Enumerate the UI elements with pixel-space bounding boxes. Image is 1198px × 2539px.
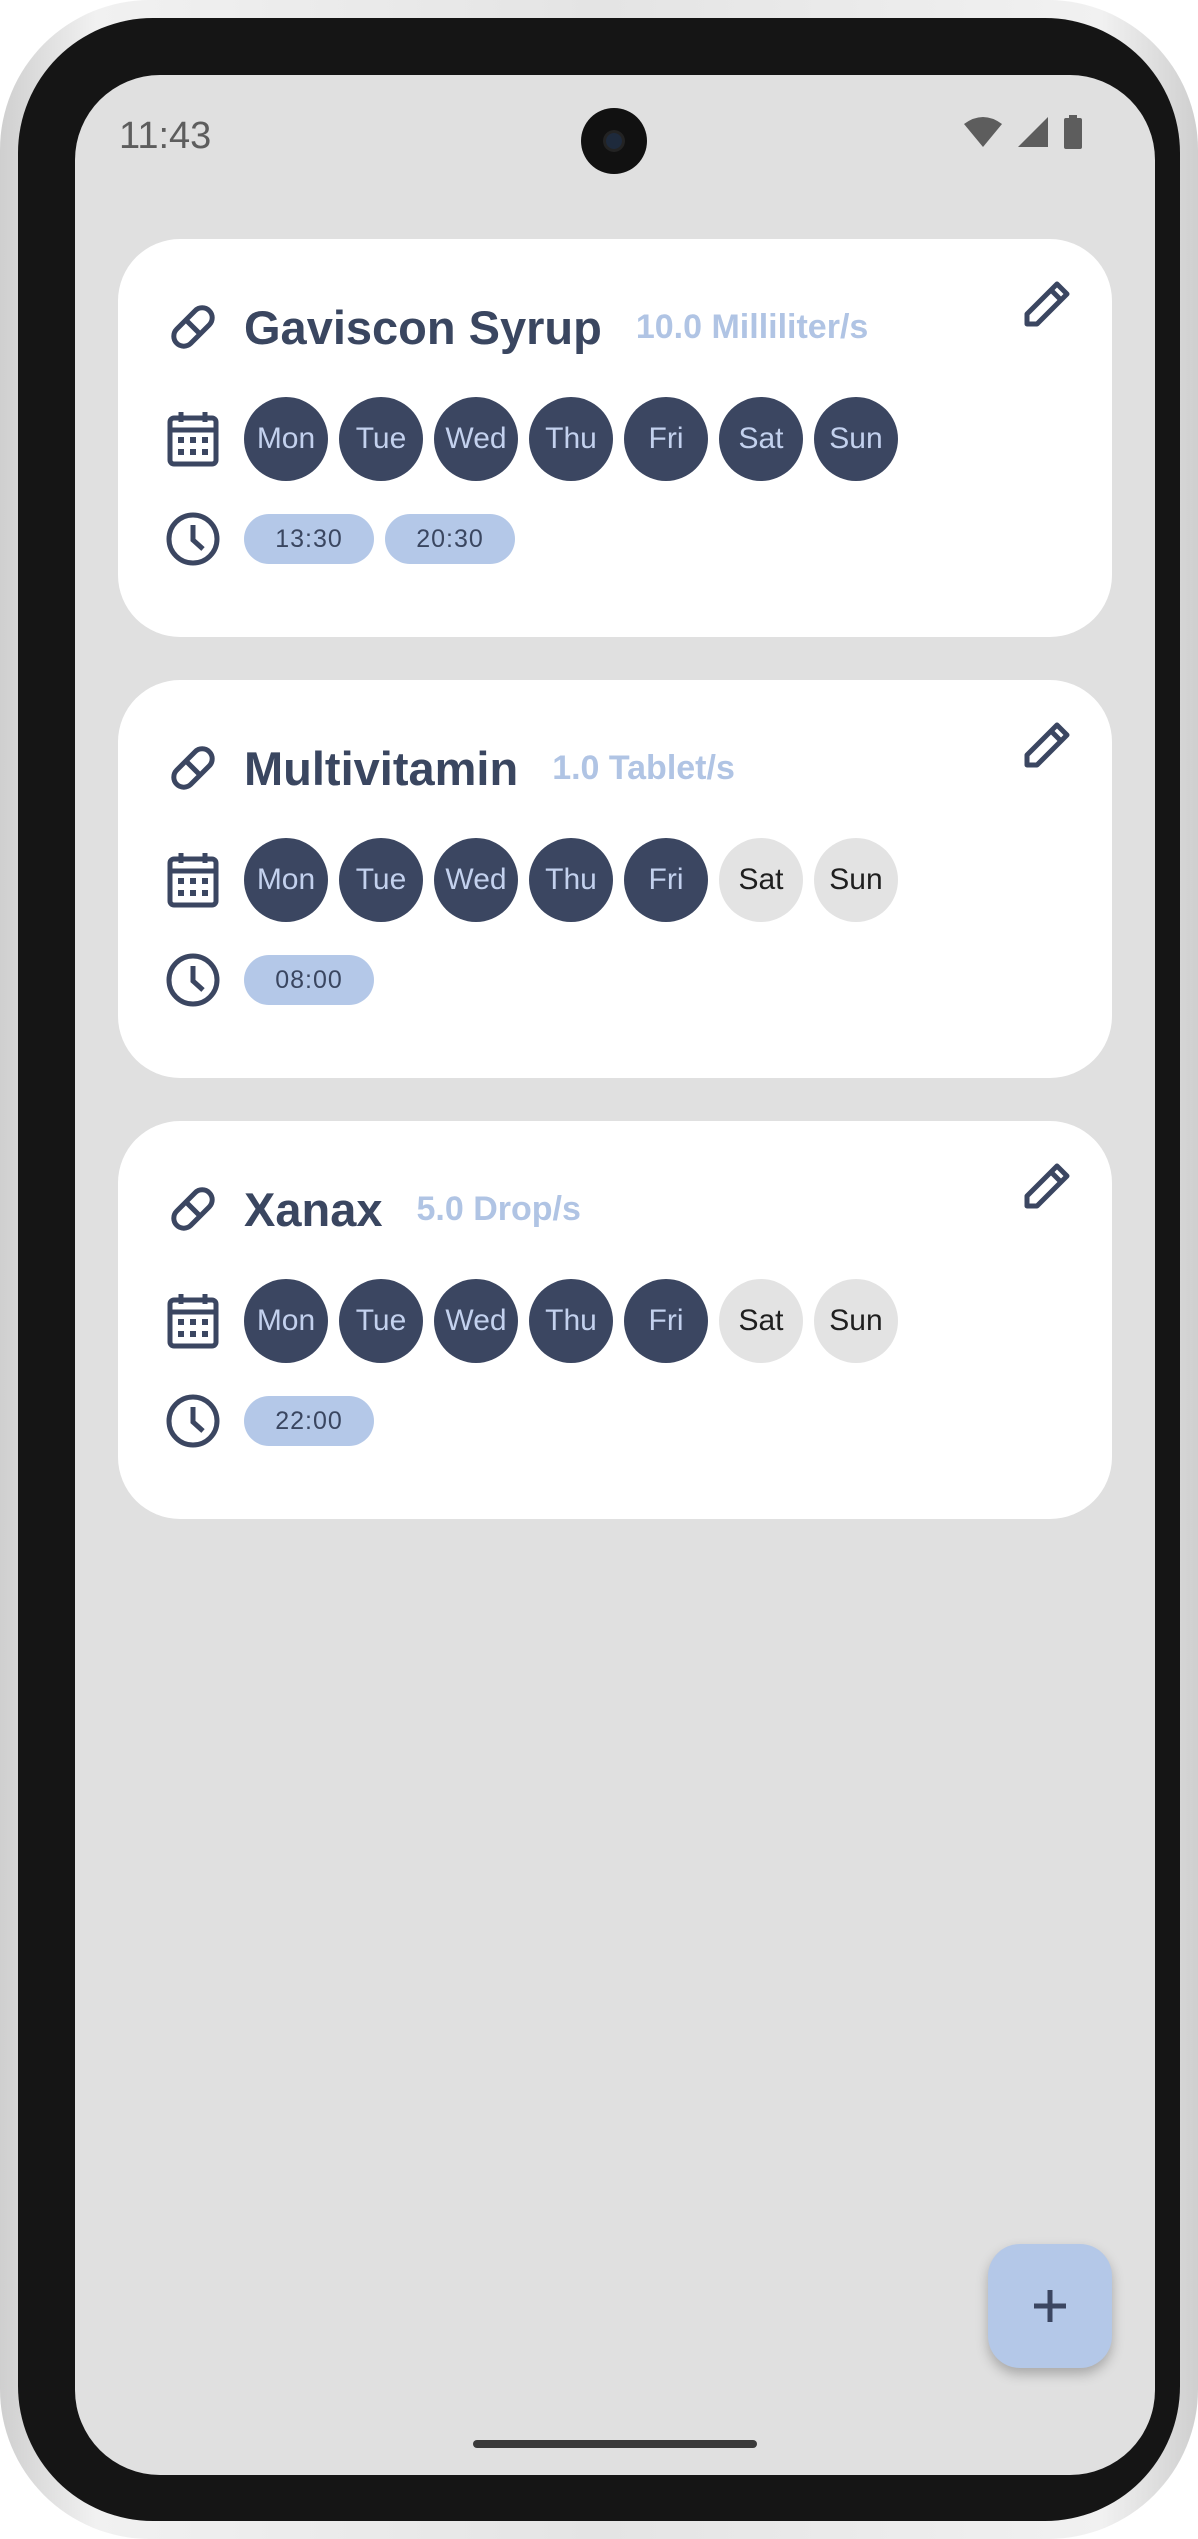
pencil-icon: [1024, 281, 1070, 327]
battery-icon: [1064, 115, 1082, 149]
phone-frame: 11:43 Gaviscon Syrup 10.0 Milliliter/s M…: [0, 0, 1198, 2539]
day-chips: Mon Tue Wed Thu Fri Sat Sun: [244, 397, 898, 481]
medication-card[interactable]: Multivitamin 1.0 Tablet/s Mon Tue Wed Th…: [118, 680, 1112, 1078]
calendar-icon: [164, 851, 222, 909]
edit-button[interactable]: [1012, 710, 1082, 780]
day-tue: Tue: [339, 838, 423, 922]
medication-card[interactable]: Gaviscon Syrup 10.0 Milliliter/s Mon Tue…: [118, 239, 1112, 637]
wifi-icon: [964, 117, 1002, 147]
day-thu: Thu: [529, 838, 613, 922]
medication-name: Gaviscon Syrup: [244, 300, 602, 354]
medication-dose: 1.0 Tablet/s: [552, 748, 735, 787]
day-mon: Mon: [244, 1279, 328, 1363]
add-medication-button[interactable]: [988, 2244, 1112, 2368]
signal-icon: [1018, 117, 1048, 147]
time-chip: 20:30: [385, 514, 515, 564]
medication-title-row: Xanax 5.0 Drop/s: [164, 1178, 581, 1240]
day-tue: Tue: [339, 1279, 423, 1363]
medication-dose: 10.0 Milliliter/s: [635, 307, 869, 346]
day-wed: Wed: [434, 838, 518, 922]
day-fri: Fri: [624, 1279, 708, 1363]
plus-icon: [1034, 2290, 1066, 2322]
status-icons: [963, 115, 1083, 149]
medication-card[interactable]: Xanax 5.0 Drop/s Mon Tue Wed Thu Fri Sat…: [118, 1121, 1112, 1519]
camera-cutout: [581, 108, 647, 174]
schedule-times-row: 08:00: [164, 953, 374, 1007]
day-sat: Sat: [719, 397, 803, 481]
day-tue: Tue: [339, 397, 423, 481]
time-chip: 08:00: [244, 955, 374, 1005]
edit-button[interactable]: [1012, 1151, 1082, 1221]
day-sun: Sun: [814, 397, 898, 481]
pencil-icon: [1024, 722, 1070, 768]
clock-icon: [164, 510, 222, 568]
clock-icon: [164, 951, 222, 1009]
time-chips: 13:30 20:30: [244, 514, 515, 564]
time-chip: 13:30: [244, 514, 374, 564]
schedule-times-row: 22:00: [164, 1394, 374, 1448]
schedule-days-row: Mon Tue Wed Thu Fri Sat Sun: [164, 396, 898, 482]
edit-button[interactable]: [1012, 269, 1082, 339]
medication-title-row: Gaviscon Syrup 10.0 Milliliter/s: [164, 296, 868, 358]
day-mon: Mon: [244, 838, 328, 922]
day-sun: Sun: [814, 838, 898, 922]
phone-bezel: 11:43 Gaviscon Syrup 10.0 Milliliter/s M…: [18, 18, 1180, 2521]
status-time: 11:43: [119, 115, 212, 157]
calendar-icon: [164, 1292, 222, 1350]
pencil-icon: [1024, 1163, 1070, 1209]
screen: 11:43 Gaviscon Syrup 10.0 Milliliter/s M…: [75, 75, 1155, 2475]
medication-name: Multivitamin: [244, 741, 519, 795]
schedule-times-row: 13:30 20:30: [164, 512, 515, 566]
day-chips: Mon Tue Wed Thu Fri Sat Sun: [244, 838, 898, 922]
day-wed: Wed: [434, 1279, 518, 1363]
medication-dose: 5.0 Drop/s: [416, 1189, 581, 1228]
pill-icon: [164, 739, 222, 797]
day-chips: Mon Tue Wed Thu Fri Sat Sun: [244, 1279, 898, 1363]
day-sun: Sun: [814, 1279, 898, 1363]
home-indicator[interactable]: [473, 2440, 757, 2448]
medication-title-row: Multivitamin 1.0 Tablet/s: [164, 737, 735, 799]
day-thu: Thu: [529, 397, 613, 481]
day-fri: Fri: [624, 397, 708, 481]
schedule-days-row: Mon Tue Wed Thu Fri Sat Sun: [164, 1278, 898, 1364]
day-mon: Mon: [244, 397, 328, 481]
time-chips: 08:00: [244, 955, 374, 1005]
schedule-days-row: Mon Tue Wed Thu Fri Sat Sun: [164, 837, 898, 923]
day-thu: Thu: [529, 1279, 613, 1363]
pill-icon: [164, 1180, 222, 1238]
pill-icon: [164, 298, 222, 356]
time-chips: 22:00: [244, 1396, 374, 1446]
time-chip: 22:00: [244, 1396, 374, 1446]
medication-name: Xanax: [244, 1182, 383, 1236]
day-sat: Sat: [719, 1279, 803, 1363]
calendar-icon: [164, 410, 222, 468]
clock-icon: [164, 1392, 222, 1450]
day-sat: Sat: [719, 838, 803, 922]
day-fri: Fri: [624, 838, 708, 922]
day-wed: Wed: [434, 397, 518, 481]
